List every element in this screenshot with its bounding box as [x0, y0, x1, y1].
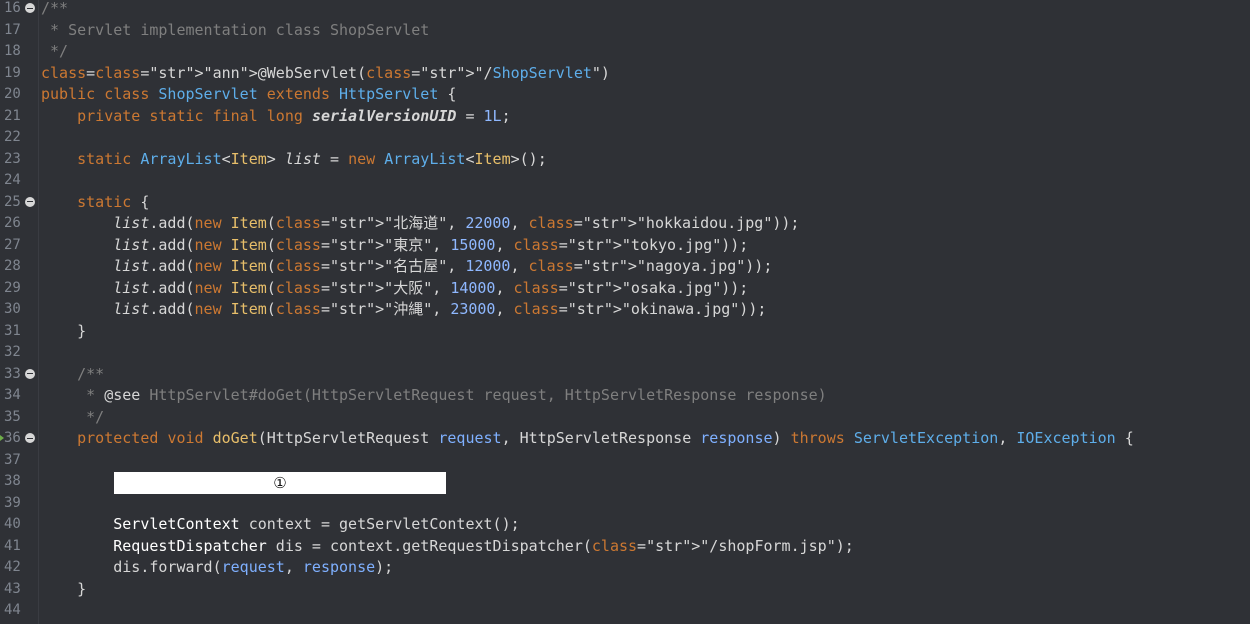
- code-line-32[interactable]: 32: [0, 342, 1250, 364]
- fold-toggle-icon[interactable]: [25, 3, 35, 13]
- code-text[interactable]: /**: [41, 364, 104, 386]
- line-number: 38: [4, 473, 21, 489]
- line-number: 34: [4, 387, 21, 403]
- code-text[interactable]: list.add(new Item(class="str">"名古屋", 120…: [41, 256, 772, 278]
- code-line-28[interactable]: 28 list.add(new Item(class="str">"名古屋", …: [0, 256, 1250, 278]
- line-number: 20: [4, 86, 21, 102]
- code-editor[interactable]: 16/** 17 * Servlet implementation class S…: [0, 0, 1250, 624]
- line-number: 41: [4, 537, 21, 554]
- line-number: 32: [4, 344, 21, 360]
- code-line-21[interactable]: 21 private static final long serialVersi…: [0, 106, 1250, 128]
- code-text[interactable]: list.add(new Item(class="str">"大阪", 1400…: [41, 278, 748, 300]
- code-line-26[interactable]: 26 list.add(new Item(class="str">"北海道", …: [0, 213, 1250, 235]
- line-number: 44: [4, 602, 21, 618]
- code-line-18[interactable]: 18 */: [0, 41, 1250, 63]
- code-text[interactable]: }: [41, 321, 86, 343]
- line-number: 42: [4, 559, 21, 575]
- line-number: 19: [4, 64, 21, 81]
- code-text[interactable]: list.add(new Item(class="str">"東京", 1500…: [41, 235, 748, 257]
- line-number: 35: [4, 408, 21, 425]
- code-line-43[interactable]: 43 }: [0, 579, 1250, 601]
- code-line-19[interactable]: 19 class=class="str">"ann">@WebServlet(cl…: [0, 63, 1250, 85]
- code-line-40[interactable]: 40 ServletContext context = getServletCo…: [0, 514, 1250, 536]
- line-number: 23: [4, 150, 21, 167]
- code-line-30[interactable]: 30 list.add(new Item(class="str">"沖縄", 2…: [0, 299, 1250, 321]
- code-line-16[interactable]: 16/**: [0, 0, 1250, 20]
- line-number: 40: [4, 516, 21, 532]
- override-marker-icon: [0, 432, 4, 444]
- code-text[interactable]: class=class="str">"ann">@WebServlet(clas…: [41, 63, 610, 85]
- code-line-37[interactable]: 37: [0, 450, 1250, 472]
- code-line-41[interactable]: 41 RequestDispatcher dis = context.getRe…: [0, 536, 1250, 558]
- code-line-23[interactable]: 23 static ArrayList<Item> list = new Arr…: [0, 149, 1250, 171]
- code-line-36[interactable]: 36 protected void doGet(HttpServletReque…: [0, 428, 1250, 450]
- line-number: 24: [4, 172, 21, 188]
- code-text[interactable]: }: [41, 579, 86, 601]
- code-line-39[interactable]: 39: [0, 493, 1250, 515]
- line-number: 17: [4, 21, 21, 38]
- line-number: 43: [4, 580, 21, 597]
- line-number: 26: [4, 215, 21, 231]
- code-line-25[interactable]: 25 static {: [0, 192, 1250, 214]
- code-line-33[interactable]: 33 /**: [0, 364, 1250, 386]
- fold-toggle-icon[interactable]: [25, 433, 35, 443]
- code-line-44[interactable]: 44: [0, 600, 1250, 622]
- code-text[interactable]: dis.forward(request, response);: [41, 557, 393, 579]
- code-text[interactable]: */: [41, 407, 104, 429]
- code-line-31[interactable]: 31 }: [0, 321, 1250, 343]
- code-text[interactable]: list.add(new Item(class="str">"沖縄", 2300…: [41, 299, 766, 321]
- line-number: 39: [4, 494, 21, 511]
- line-number: 18: [4, 43, 21, 59]
- code-line-17[interactable]: 17 * Servlet implementation class ShopSe…: [0, 20, 1250, 42]
- line-number: 28: [4, 258, 21, 274]
- code-text[interactable]: RequestDispatcher dis = context.getReque…: [41, 536, 854, 558]
- code-text[interactable]: * Servlet implementation class ShopServl…: [41, 20, 429, 42]
- code-text[interactable]: list.add(new Item(class="str">"北海道", 220…: [41, 213, 799, 235]
- code-line-27[interactable]: 27 list.add(new Item(class="str">"東京", 1…: [0, 235, 1250, 257]
- code-line-34[interactable]: 34 * @see HttpServlet#doGet(HttpServletR…: [0, 385, 1250, 407]
- fold-toggle-icon[interactable]: [25, 368, 35, 379]
- line-number: 29: [4, 279, 21, 296]
- code-text[interactable]: */: [41, 41, 68, 63]
- code-text[interactable]: ServletContext context = getServletConte…: [41, 514, 519, 536]
- code-text[interactable]: * @see HttpServlet#doGet(HttpServletRequ…: [41, 385, 827, 407]
- code-text[interactable]: protected void doGet(HttpServletRequest …: [41, 428, 1134, 450]
- line-number: 21: [4, 107, 21, 124]
- line-number: 22: [4, 129, 21, 145]
- code-line-24[interactable]: 24: [0, 170, 1250, 192]
- code-line-22[interactable]: 22: [0, 127, 1250, 149]
- code-line-20[interactable]: 20 public class ShopServlet extends HttpS…: [0, 84, 1250, 106]
- line-number: 27: [4, 236, 21, 253]
- fold-toggle-icon[interactable]: [25, 196, 35, 207]
- code-text[interactable]: /**: [41, 0, 68, 20]
- placeholder-marker: ①: [273, 474, 287, 492]
- code-line-29[interactable]: 29 list.add(new Item(class="str">"大阪", 1…: [0, 278, 1250, 300]
- code-text[interactable]: private static final long serialVersionU…: [41, 106, 511, 128]
- line-number: 31: [4, 322, 21, 339]
- code-text[interactable]: static ArrayList<Item> list = new ArrayL…: [41, 149, 547, 171]
- line-number: 37: [4, 451, 21, 468]
- blank-placeholder-box: ①: [114, 472, 446, 494]
- code-text[interactable]: static {: [41, 192, 149, 214]
- line-number: 30: [4, 301, 21, 317]
- code-text[interactable]: public class ShopServlet extends HttpSer…: [41, 84, 456, 106]
- code-line-42[interactable]: 42 dis.forward(request, response);: [0, 557, 1250, 579]
- code-line-35[interactable]: 35 */: [0, 407, 1250, 429]
